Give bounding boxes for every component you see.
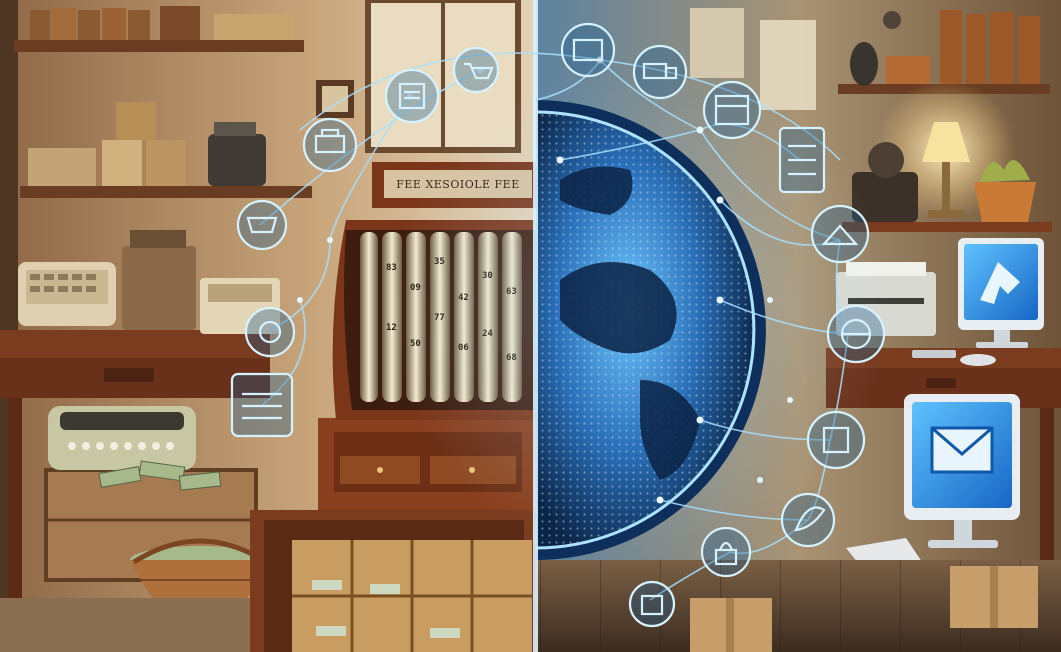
calendar-icon: [702, 80, 762, 140]
network-icon: [806, 410, 866, 470]
receipt-icon: [384, 68, 440, 124]
document-icon: [778, 126, 826, 194]
cart-icon: [452, 46, 500, 94]
chart-icon: [810, 204, 870, 264]
lock-icon: [700, 526, 752, 578]
bank-icon: [244, 306, 296, 358]
split-divider: [533, 0, 538, 652]
cash-register-icon: [230, 372, 294, 438]
rocket-icon: [780, 492, 836, 548]
register-sign: FEE XESOIOLE FEE: [396, 177, 520, 191]
typewriter: [48, 406, 196, 470]
printer-icon: [302, 117, 358, 173]
scene-illustration: 830935 423063 125077 062468: [0, 0, 1061, 652]
globe-icon: [826, 304, 886, 364]
store-icon: [560, 22, 616, 78]
shop-bag-icon: [628, 580, 676, 628]
mail-icon: [930, 426, 994, 474]
truck-icon: [632, 44, 688, 100]
shop-icon: [236, 199, 288, 251]
adding-machine: [18, 262, 116, 326]
